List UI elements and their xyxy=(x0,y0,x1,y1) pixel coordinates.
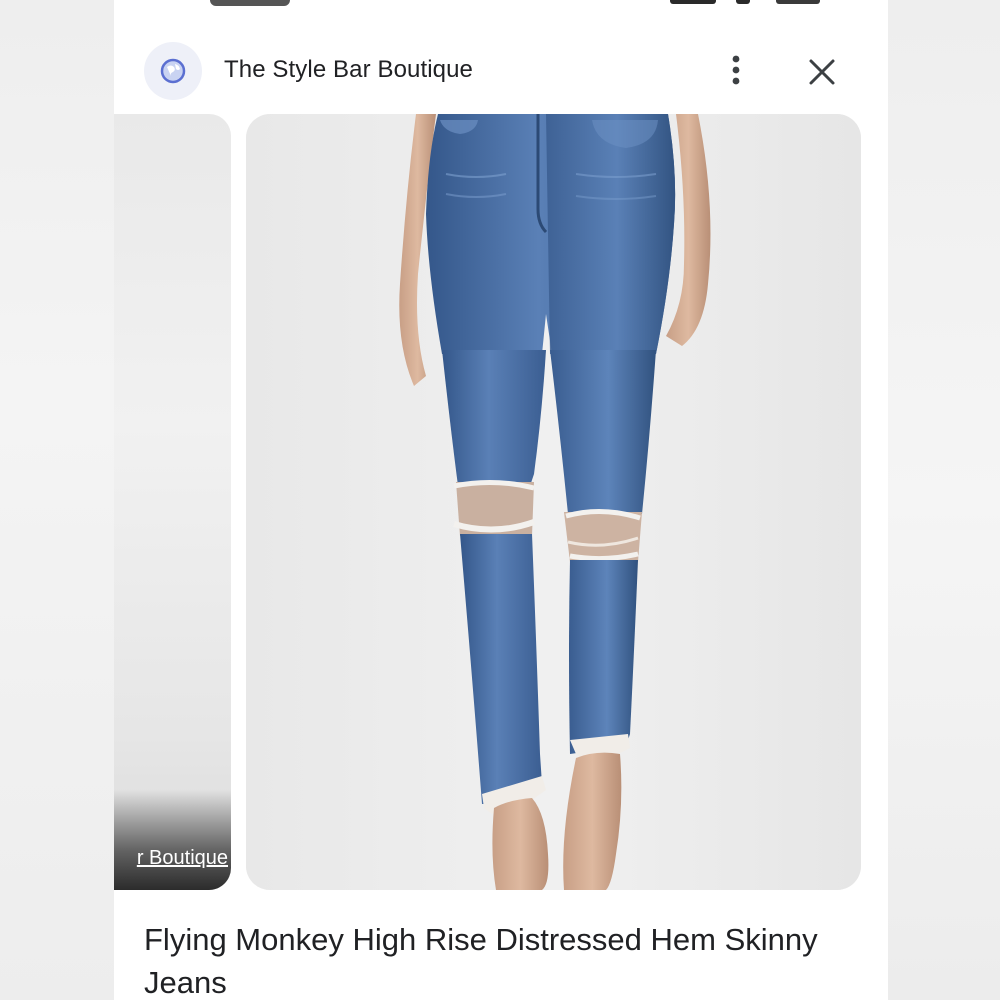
product-title[interactable]: Flying Monkey High Rise Distressed Hem S… xyxy=(144,918,864,1000)
previous-image-card[interactable]: r Boutique xyxy=(114,114,231,890)
more-vertical-icon[interactable] xyxy=(718,50,754,90)
status-icons-fragment xyxy=(670,0,820,6)
product-image-card[interactable] xyxy=(246,114,861,890)
globe-icon[interactable] xyxy=(144,42,202,100)
sheet-header: The Style Bar Boutique xyxy=(114,40,888,102)
background-right xyxy=(888,0,1000,1000)
product-photo xyxy=(246,114,861,890)
background-left xyxy=(0,0,114,1000)
image-result-sheet: The Style Bar Boutique r Boutique Flying… xyxy=(114,0,888,1000)
site-name[interactable]: The Style Bar Boutique xyxy=(224,56,473,84)
image-carousel[interactable]: r Boutique xyxy=(114,114,888,890)
previous-card-source-link[interactable]: r Boutique xyxy=(114,847,228,870)
status-bar xyxy=(114,0,888,10)
close-icon[interactable] xyxy=(802,52,842,92)
status-time-fragment xyxy=(210,0,290,6)
card-caption-shade xyxy=(114,790,231,890)
